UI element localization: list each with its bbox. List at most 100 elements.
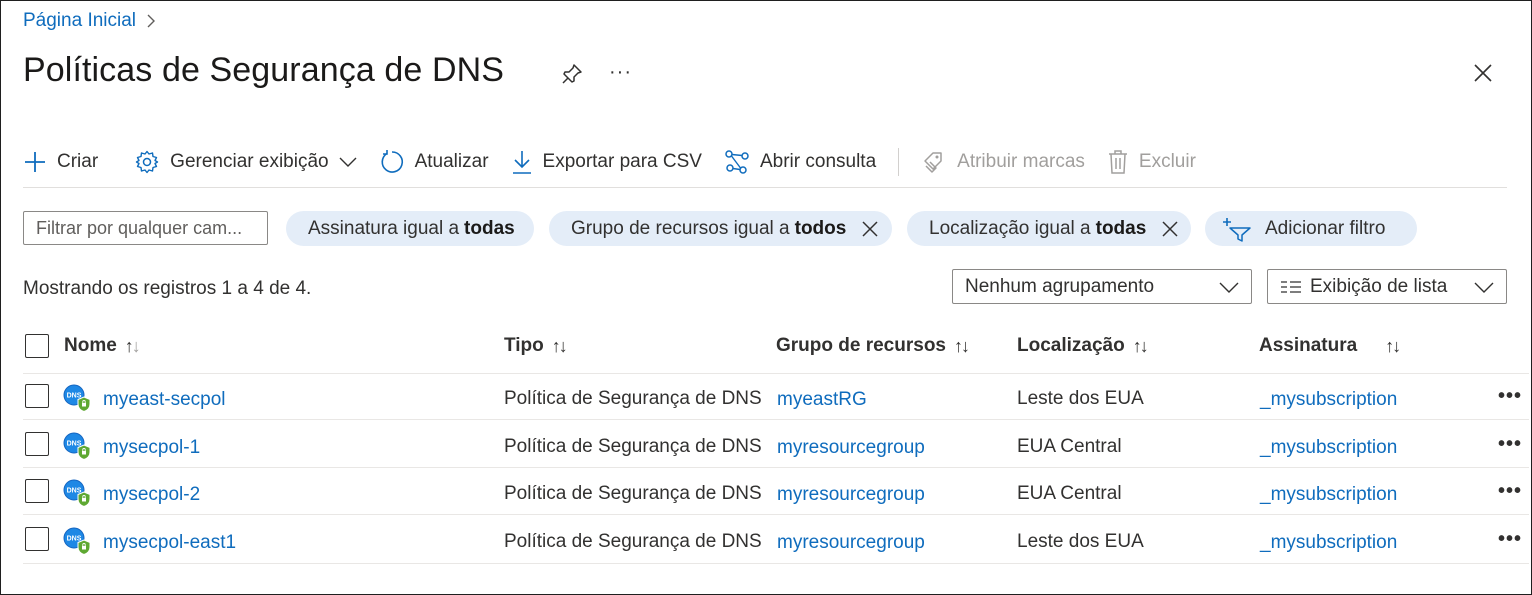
column-header-type[interactable]: Tipo ↑↓ bbox=[504, 335, 568, 357]
trash-icon bbox=[1108, 150, 1127, 174]
resource-type: Política de Segurança de DNS bbox=[504, 436, 762, 457]
chevron-down-icon bbox=[1474, 282, 1494, 293]
column-header-name[interactable]: Nome ↑↓ bbox=[64, 335, 141, 357]
create-label: Criar bbox=[57, 151, 99, 172]
resource-location: Leste dos EUA bbox=[1017, 531, 1144, 552]
assign-tags-button[interactable]: Atribuir marcas bbox=[921, 149, 1085, 175]
sort-icon: ↑↓ bbox=[551, 335, 568, 356]
refresh-icon bbox=[381, 150, 403, 173]
toolbar-divider bbox=[898, 148, 900, 176]
header-divider bbox=[23, 373, 1529, 374]
resource-name-link[interactable]: myeast-secpol bbox=[103, 389, 226, 411]
row-divider bbox=[23, 514, 1529, 515]
chevron-down-icon bbox=[1219, 282, 1239, 293]
resource-group-link[interactable]: myeastRG bbox=[777, 389, 867, 411]
row-checkbox[interactable] bbox=[25, 432, 49, 456]
resource-name-link[interactable]: mysecpol-2 bbox=[103, 484, 200, 506]
close-icon[interactable] bbox=[1471, 61, 1495, 90]
assign-tags-label: Atribuir marcas bbox=[957, 151, 1085, 172]
resource-location: Leste dos EUA bbox=[1017, 388, 1144, 409]
filter-location-value: todas bbox=[1095, 217, 1147, 239]
row-more-actions-icon[interactable]: ••• bbox=[1498, 385, 1522, 408]
dns-security-policy-icon: DNS bbox=[63, 527, 91, 555]
subscription-link[interactable]: _mysubscription bbox=[1260, 437, 1397, 459]
column-type-label: Tipo bbox=[504, 335, 544, 356]
dns-security-policy-icon: DNS bbox=[63, 479, 91, 507]
command-bar: Criar Gerenciar exibição Atualizar Expor… bbox=[23, 144, 1218, 180]
remove-filter-icon[interactable] bbox=[860, 219, 880, 239]
column-subscription-label: Assinatura bbox=[1259, 335, 1358, 356]
resource-name-link[interactable]: mysecpol-east1 bbox=[103, 532, 236, 554]
resource-type: Política de Segurança de DNS bbox=[504, 483, 762, 504]
filter-location-label: Localização igual a bbox=[929, 217, 1091, 239]
filter-pill-resource-group[interactable]: Grupo de recursos igual a todos bbox=[549, 211, 892, 246]
add-filter-button[interactable]: Adicionar filtro bbox=[1205, 211, 1417, 246]
row-divider bbox=[23, 467, 1529, 468]
row-more-actions-icon[interactable]: ••• bbox=[1498, 480, 1522, 503]
dns-security-policies-blade: Página Inicial Políticas de Segurança de… bbox=[0, 0, 1532, 595]
subscription-link[interactable]: _mysubscription bbox=[1260, 389, 1397, 411]
query-graph-icon bbox=[725, 150, 749, 174]
manage-view-button[interactable]: Gerenciar exibição bbox=[134, 149, 357, 175]
column-location-label: Localização bbox=[1017, 335, 1125, 356]
filter-pill-location[interactable]: Localização igual a todas bbox=[907, 211, 1191, 246]
resource-group-link[interactable]: myresourcegroup bbox=[777, 484, 925, 506]
open-query-button[interactable]: Abrir consulta bbox=[724, 149, 876, 175]
delete-label: Excluir bbox=[1138, 151, 1196, 172]
row-checkbox[interactable] bbox=[25, 384, 49, 408]
resource-location: EUA Central bbox=[1017, 436, 1122, 457]
pin-icon[interactable] bbox=[559, 61, 585, 92]
resource-name-link[interactable]: mysecpol-1 bbox=[103, 437, 200, 459]
row-checkbox[interactable] bbox=[25, 527, 49, 551]
gear-icon bbox=[135, 150, 159, 174]
export-csv-button[interactable]: Exportar para CSV bbox=[511, 149, 702, 175]
row-divider bbox=[23, 419, 1529, 420]
filter-resource-group-label: Grupo de recursos igual a bbox=[571, 217, 790, 239]
more-actions-icon[interactable]: ··· bbox=[609, 61, 632, 84]
resource-type: Política de Segurança de DNS bbox=[504, 531, 762, 552]
view-mode-selected: Exibição de lista bbox=[1310, 275, 1448, 297]
list-view-icon bbox=[1281, 280, 1301, 293]
column-header-location[interactable]: Localização ↑↓ bbox=[1017, 335, 1149, 357]
add-filter-label: Adicionar filtro bbox=[1265, 217, 1386, 239]
refresh-button[interactable]: Atualizar bbox=[379, 149, 489, 175]
filter-pill-subscription[interactable]: Assinatura igual a todas bbox=[286, 211, 534, 246]
chevron-right-icon bbox=[147, 14, 156, 28]
manage-view-label: Gerenciar exibição bbox=[170, 151, 329, 172]
toolbar-divider-line bbox=[23, 187, 1507, 188]
create-button[interactable]: Criar bbox=[23, 150, 98, 174]
open-query-label: Abrir consulta bbox=[759, 151, 877, 172]
breadcrumb: Página Inicial bbox=[23, 10, 156, 32]
sort-icon: ↑↓ bbox=[124, 335, 141, 356]
sort-icon: ↑↓ bbox=[1385, 335, 1401, 356]
filter-subscription-value: todas bbox=[464, 217, 515, 239]
grouping-dropdown[interactable]: Nenhum agrupamento bbox=[952, 269, 1252, 304]
export-csv-label: Exportar para CSV bbox=[542, 151, 702, 172]
row-more-actions-icon[interactable]: ••• bbox=[1498, 528, 1522, 551]
row-more-actions-icon[interactable]: ••• bbox=[1498, 433, 1522, 456]
delete-button[interactable]: Excluir bbox=[1107, 149, 1196, 175]
column-header-resource-group[interactable]: Grupo de recursos ↑↓ bbox=[776, 335, 970, 357]
subscription-link[interactable]: _mysubscription bbox=[1260, 484, 1397, 506]
dns-security-policy-icon: DNS bbox=[63, 432, 91, 460]
filter-subscription-label: Assinatura igual a bbox=[308, 217, 460, 239]
row-divider bbox=[23, 563, 1529, 564]
breadcrumb-home-link[interactable]: Página Inicial bbox=[23, 10, 136, 32]
refresh-label: Atualizar bbox=[414, 151, 489, 172]
filter-resource-group-value: todos bbox=[794, 217, 847, 239]
remove-filter-icon[interactable] bbox=[1160, 219, 1180, 239]
row-checkbox[interactable] bbox=[25, 479, 49, 503]
grouping-selected: Nenhum agrupamento bbox=[965, 275, 1155, 297]
resource-group-link[interactable]: myresourcegroup bbox=[777, 532, 925, 554]
resource-group-link[interactable]: myresourcegroup bbox=[777, 437, 925, 459]
add-filter-icon bbox=[1223, 217, 1251, 242]
subscription-link[interactable]: _mysubscription bbox=[1260, 532, 1397, 554]
filter-search-input[interactable] bbox=[23, 211, 268, 245]
view-mode-dropdown[interactable]: Exibição de lista bbox=[1267, 269, 1507, 304]
tag-icon bbox=[924, 152, 942, 173]
column-header-subscription[interactable]: Assinatura ↑↓ bbox=[1259, 335, 1401, 357]
chevron-down-icon bbox=[339, 157, 357, 167]
dns-security-policy-icon: DNS bbox=[63, 384, 91, 412]
select-all-checkbox[interactable] bbox=[25, 334, 49, 358]
resource-type: Política de Segurança de DNS bbox=[504, 388, 762, 409]
